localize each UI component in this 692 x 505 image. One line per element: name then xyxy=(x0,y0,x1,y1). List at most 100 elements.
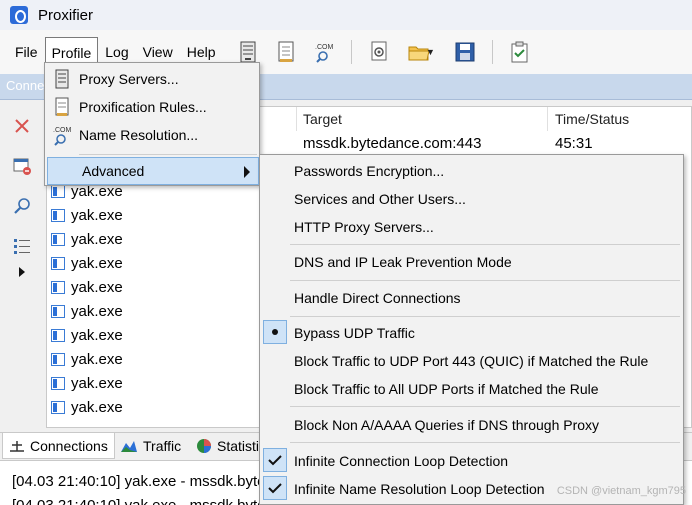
row-app-name: yak.exe xyxy=(71,206,123,224)
menu-item-block-udp-443[interactable]: Block Traffic to UDP Port 443 (QUIC) if … xyxy=(260,347,683,375)
proxifier-logo-icon xyxy=(10,6,28,24)
checkmark-icon xyxy=(268,455,282,466)
row-target-value: mssdk.bytedance.com:443 xyxy=(303,135,482,152)
menu-item-name-resolution[interactable]: .COM Name Resolution... xyxy=(45,121,259,149)
table-row[interactable]: yak.exe xyxy=(51,371,123,395)
connections-icon xyxy=(9,439,25,453)
proxy-servers-icon xyxy=(45,69,79,89)
column-header-time-status[interactable]: Time/Status xyxy=(555,111,629,127)
application-icon xyxy=(51,376,65,390)
menu-item-label: Infinite Connection Loop Detection xyxy=(294,453,509,469)
clipboard-icon[interactable] xyxy=(507,39,533,65)
name-resolution-icon[interactable]: .COM xyxy=(311,39,337,65)
menu-file[interactable]: File xyxy=(8,37,45,67)
menu-item-passwords-encryption[interactable]: Passwords Encryption... xyxy=(260,157,683,185)
menu-item-label: Name Resolution... xyxy=(79,127,199,143)
radio-selected-indicator xyxy=(263,320,287,344)
table-row[interactable]: yak.exe xyxy=(51,323,123,347)
menu-item-infinite-connection-loop[interactable]: Infinite Connection Loop Detection xyxy=(260,447,683,475)
application-icon xyxy=(51,280,65,294)
row-app-name: yak.exe xyxy=(71,326,123,344)
search-icon[interactable] xyxy=(10,194,34,218)
table-row[interactable]: yak.exe xyxy=(51,275,123,299)
table-row[interactable]: yak.exe xyxy=(51,347,123,371)
window-title: Proxifier xyxy=(38,6,94,24)
menu-item-label: Handle Direct Connections xyxy=(294,290,461,306)
table-row[interactable]: yak.exe xyxy=(51,203,123,227)
application-icon xyxy=(51,232,65,246)
proxification-rules-icon[interactable] xyxy=(273,39,299,65)
column-separator xyxy=(547,107,548,131)
checkmark-icon xyxy=(268,483,282,494)
menu-item-label: Proxy Servers... xyxy=(79,71,179,87)
menu-item-handle-direct-connections[interactable]: Handle Direct Connections xyxy=(260,284,683,312)
menu-item-block-non-a-queries[interactable]: Block Non A/AAAA Queries if DNS through … xyxy=(260,411,683,439)
row-app-name: yak.exe xyxy=(71,350,123,368)
com-label: .COM xyxy=(53,127,71,134)
menu-separator xyxy=(290,406,680,407)
application-icon xyxy=(51,328,65,342)
side-toolbar xyxy=(0,100,44,430)
menu-separator xyxy=(290,442,680,443)
expand-arrow-icon[interactable] xyxy=(10,260,34,284)
tab-connections[interactable]: Connections xyxy=(2,433,115,459)
chevron-down-icon[interactable]: ▼ xyxy=(426,47,435,57)
title-bar: Proxifier xyxy=(0,0,692,30)
column-header-target[interactable]: Target xyxy=(303,111,342,127)
traffic-chart-icon xyxy=(120,439,138,453)
dns-icon: .COM xyxy=(45,124,79,146)
application-icon xyxy=(51,352,65,366)
menu-separator xyxy=(290,280,680,281)
watermark: CSDN @vietnam_kgm795 xyxy=(556,485,686,497)
pie-chart-icon xyxy=(196,438,212,454)
menu-item-advanced[interactable]: Advanced xyxy=(47,157,259,185)
application-icon xyxy=(51,184,65,198)
tab-statistics[interactable]: Statisti xyxy=(190,433,265,459)
menu-item-label: HTTP Proxy Servers... xyxy=(294,219,434,235)
row-app-name: yak.exe xyxy=(71,374,123,392)
application-icon xyxy=(51,256,65,270)
column-separator xyxy=(296,107,297,131)
menu-item-bypass-udp-traffic[interactable]: Bypass UDP Traffic xyxy=(260,319,683,347)
menu-item-label: Services and Other Users... xyxy=(294,191,466,207)
tab-label: Traffic xyxy=(143,438,182,454)
application-icon xyxy=(51,304,65,318)
menu-item-proxification-rules[interactable]: Proxification Rules... xyxy=(45,93,259,121)
menu-item-label: Infinite Name Resolution Loop Detection xyxy=(294,481,545,497)
menu-item-label: DNS and IP Leak Prevention Mode xyxy=(294,254,512,270)
checkmark-indicator xyxy=(263,448,287,472)
menu-item-dns-ip-leak-prevention[interactable]: DNS and IP Leak Prevention Mode xyxy=(260,248,683,276)
list-icon[interactable] xyxy=(10,234,34,258)
application-icon xyxy=(51,208,65,222)
row-time-value: 45:31 xyxy=(555,135,593,152)
table-row[interactable]: yak.exe xyxy=(51,251,123,275)
disconnect-icon[interactable] xyxy=(10,154,34,178)
menu-item-label: Proxification Rules... xyxy=(79,99,207,115)
svg-text:.COM: .COM xyxy=(315,44,333,51)
profile-dropdown-menu: Proxy Servers... Proxification Rules... … xyxy=(44,62,260,186)
settings-icon[interactable] xyxy=(366,39,392,65)
tab-label: Connections xyxy=(30,437,108,454)
save-icon[interactable] xyxy=(452,39,478,65)
row-app-name: yak.exe xyxy=(71,302,123,320)
close-icon[interactable] xyxy=(10,114,34,138)
checkmark-indicator xyxy=(263,476,287,500)
row-app-name: yak.exe xyxy=(71,398,123,416)
advanced-submenu: Passwords Encryption... Services and Oth… xyxy=(259,154,684,505)
table-row[interactable]: yak.exe xyxy=(51,227,123,251)
menu-item-http-proxy-servers[interactable]: HTTP Proxy Servers... xyxy=(260,213,683,241)
tab-label: Statisti xyxy=(217,438,260,454)
menu-item-label: Block Traffic to UDP Port 443 (QUIC) if … xyxy=(294,353,649,369)
menu-item-label: Block Traffic to All UDP Ports if Matche… xyxy=(294,381,599,397)
menu-item-services-other-users[interactable]: Services and Other Users... xyxy=(260,185,683,213)
menu-separator xyxy=(79,154,257,155)
menu-item-block-all-udp[interactable]: Block Traffic to All UDP Ports if Matche… xyxy=(260,375,683,403)
open-folder-icon[interactable]: ▼ xyxy=(404,39,440,65)
tab-traffic[interactable]: Traffic xyxy=(114,433,187,459)
application-icon xyxy=(51,400,65,414)
submenu-arrow-icon xyxy=(244,166,250,178)
table-row[interactable]: yak.exe xyxy=(51,299,123,323)
table-row[interactable]: yak.exe xyxy=(51,395,123,419)
connections-header-title: Conne xyxy=(6,78,45,93)
menu-item-proxy-servers[interactable]: Proxy Servers... xyxy=(45,65,259,93)
